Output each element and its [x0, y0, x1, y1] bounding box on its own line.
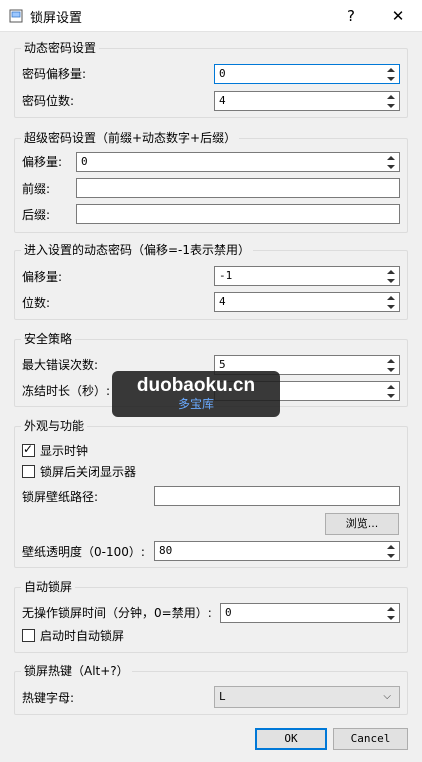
window-title: 锁屏设置 — [30, 11, 83, 26]
chevron-up-icon — [387, 67, 395, 72]
enter-offset-label: 偏移量: — [22, 270, 63, 284]
chevron-down-icon — [387, 304, 395, 309]
chevron-up-icon — [387, 94, 395, 99]
freeze-duration-label: 冻结时长（秒）: — [22, 384, 111, 398]
chevron-down-icon — [387, 367, 395, 372]
chevron-down-icon — [387, 103, 395, 108]
chevron-up-icon — [387, 544, 395, 549]
spin-down-button[interactable] — [383, 551, 399, 560]
spin-up-button[interactable] — [383, 293, 399, 302]
idle-lock-time-label: 无操作锁屏时间（分钟，0=禁用）: — [22, 606, 212, 620]
spin-down-button[interactable] — [383, 613, 399, 622]
password-digits-label: 密码位数: — [22, 94, 75, 108]
wallpaper-path-label: 锁屏壁纸路径: — [22, 490, 99, 504]
spin-up-button[interactable] — [383, 382, 399, 391]
group-title: 自动锁屏 — [21, 579, 76, 595]
super-offset-label: 偏移量: — [22, 155, 63, 169]
close-display-label: 锁屏后关闭显示器 — [40, 465, 137, 479]
group-title: 进入设置的动态密码（偏移=-1表示禁用） — [21, 242, 254, 258]
enter-offset-spinbox[interactable]: -1 — [214, 266, 400, 286]
chevron-down-icon — [387, 393, 395, 398]
watermark-logo: duobaoku.cn 多宝库 — [112, 371, 280, 417]
chevron-down-icon — [387, 278, 395, 283]
suffix-input[interactable] — [76, 204, 400, 224]
ok-button[interactable]: OK — [255, 728, 327, 750]
close-button[interactable]: ✕ — [383, 4, 413, 28]
app-icon — [9, 9, 23, 23]
wallpaper-path-input[interactable] — [154, 486, 400, 506]
close-display-checkbox[interactable] — [22, 465, 35, 478]
chevron-down-icon — [387, 76, 395, 81]
wallpaper-opacity-spinbox[interactable]: 80 — [154, 541, 400, 561]
watermark-line1: duobaoku.cn — [136, 375, 256, 396]
spin-down-button[interactable] — [383, 391, 399, 400]
chevron-up-icon — [387, 295, 395, 300]
lock-on-start-label: 启动时自动锁屏 — [40, 629, 125, 643]
chevron-up-icon — [387, 384, 395, 389]
chevron-up-icon — [387, 606, 395, 611]
title-bar: 锁屏设置 ? ✕ — [0, 0, 422, 32]
enter-digits-label: 位数: — [22, 296, 51, 310]
checkmark-icon: ✓ — [23, 442, 34, 456]
spin-down-button[interactable] — [383, 74, 399, 83]
spin-up-button[interactable] — [383, 92, 399, 101]
chevron-down-icon — [387, 164, 395, 169]
group-title: 锁屏热键（Alt+?） — [21, 663, 132, 679]
spin-down-button[interactable] — [383, 302, 399, 311]
group-title: 动态密码设置 — [21, 40, 100, 56]
show-clock-checkbox[interactable]: ✓ — [22, 442, 35, 457]
wallpaper-opacity-label: 壁纸透明度（0-100）: — [22, 545, 145, 559]
chevron-down-icon: ⌵ — [383, 691, 391, 702]
enter-digits-spinbox[interactable]: 4 — [214, 292, 400, 312]
spin-up-button[interactable] — [383, 65, 399, 74]
idle-lock-time-spinbox[interactable]: 0 — [220, 603, 400, 623]
password-offset-label: 密码偏移量: — [22, 67, 87, 81]
chevron-up-icon — [387, 269, 395, 274]
super-offset-spinbox[interactable]: 0 — [76, 152, 400, 172]
spin-up-button[interactable] — [383, 542, 399, 551]
suffix-label: 后缀: — [22, 208, 51, 222]
group-title: 超级密码设置（前缀+动态数字+后缀） — [21, 130, 240, 146]
browse-button[interactable]: 浏览... — [325, 513, 399, 535]
group-title: 外观与功能 — [21, 418, 88, 434]
prefix-label: 前缀: — [22, 182, 51, 196]
chevron-up-icon — [387, 358, 395, 363]
hotkey-letter-select[interactable]: L ⌵ — [214, 686, 400, 708]
spin-down-button[interactable] — [383, 101, 399, 110]
password-offset-spinbox[interactable]: 0 — [214, 64, 400, 84]
watermark-line2: 多宝库 — [177, 397, 214, 411]
chevron-down-icon — [387, 553, 395, 558]
prefix-input[interactable] — [76, 178, 400, 198]
spin-up-button[interactable] — [383, 153, 399, 162]
show-clock-label: 显示时钟 — [40, 444, 89, 458]
group-title: 安全策略 — [21, 331, 76, 347]
spin-down-button[interactable] — [383, 276, 399, 285]
chevron-down-icon — [387, 615, 395, 620]
spin-up-button[interactable] — [383, 604, 399, 613]
spin-up-button[interactable] — [383, 356, 399, 365]
spin-down-button[interactable] — [383, 365, 399, 374]
cancel-button[interactable]: Cancel — [333, 728, 408, 750]
chevron-up-icon — [387, 155, 395, 160]
spin-up-button[interactable] — [383, 267, 399, 276]
max-errors-label: 最大错误次数: — [22, 358, 99, 372]
lock-on-start-checkbox[interactable] — [22, 629, 35, 642]
password-digits-spinbox[interactable]: 4 — [214, 91, 400, 111]
hotkey-letter-label: 热键字母: — [22, 691, 75, 705]
spin-down-button[interactable] — [383, 162, 399, 171]
help-button[interactable]: ? — [336, 4, 366, 28]
